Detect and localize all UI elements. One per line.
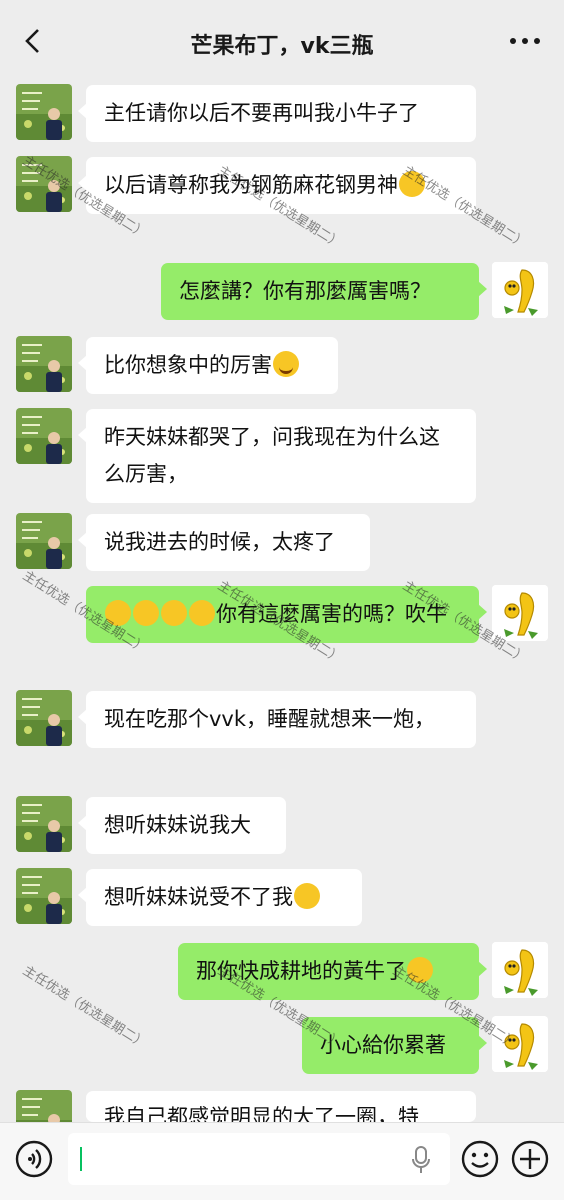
message-bubble[interactable]: 想听妹妹说受不了我 xyxy=(78,869,362,926)
emoji-face-icon[interactable] xyxy=(460,1139,500,1179)
message-text: 以后请尊称我为钢筋麻花钢男神 xyxy=(104,173,398,197)
mic-icon[interactable] xyxy=(410,1145,432,1175)
laugh-emoji-icon xyxy=(133,600,159,626)
more-dots-icon[interactable] xyxy=(508,28,542,54)
grin-emoji-icon xyxy=(399,171,425,197)
sad-emoji-icon xyxy=(407,957,433,983)
avatar[interactable] xyxy=(16,408,72,464)
avatar-self[interactable] xyxy=(492,942,548,998)
avatar[interactable] xyxy=(16,513,72,569)
message-text: 想听妹妹说我大 xyxy=(104,813,251,837)
message-bubble-self[interactable]: 你有這麼厲害的嗎？吹牛 xyxy=(86,586,487,643)
message-bubble[interactable]: 想听妹妹说我大 xyxy=(78,797,286,854)
plus-icon[interactable] xyxy=(510,1139,550,1179)
message-bubble[interactable]: 我自己都感觉明显的大了一圈，特 xyxy=(86,1091,476,1122)
voice-icon[interactable] xyxy=(14,1139,54,1179)
avatar[interactable] xyxy=(16,796,72,852)
message-text: 昨天妹妹都哭了，问我现在为什么这么厉害， xyxy=(104,425,440,486)
message-text: 小心給你累著 xyxy=(320,1033,446,1057)
avatar[interactable] xyxy=(16,690,72,746)
chevron-left-icon[interactable] xyxy=(18,26,48,56)
message-text: 那你快成耕地的黃牛了 xyxy=(196,959,406,983)
message-bubble[interactable]: 说我进去的时候，太疼了 xyxy=(78,514,370,571)
message-text: 现在吃那个vvk，睡醒就想来一炮， xyxy=(104,707,436,731)
text-caret xyxy=(80,1147,82,1171)
message-bubble-self[interactable]: 那你快成耕地的黃牛了 xyxy=(178,943,487,1000)
smile-emoji-icon xyxy=(273,351,299,377)
avatar-self[interactable] xyxy=(492,262,548,318)
message-text: 我自己都感觉明显的大了一圈，特 xyxy=(104,1105,419,1122)
message-bubble[interactable]: 现在吃那个vvk，睡醒就想来一炮， xyxy=(78,691,476,748)
watermark: 主任优选（优选星期二） xyxy=(19,963,150,1052)
message-bubble[interactable]: 以后请尊称我为钢筋麻花钢男神 xyxy=(78,157,476,214)
avatar-self[interactable] xyxy=(492,585,548,641)
shy-emoji-icon xyxy=(294,883,320,909)
chat-header: 芒果布丁，vk三瓶 xyxy=(0,0,564,84)
avatar[interactable] xyxy=(16,336,72,392)
message-bubble[interactable]: 主任请你以后不要再叫我小牛子了 xyxy=(78,85,476,142)
chat-title: 芒果布丁，vk三瓶 xyxy=(190,34,374,59)
avatar[interactable] xyxy=(16,156,72,212)
message-bubble[interactable]: 比你想象中的厉害 xyxy=(78,337,338,394)
message-text: 比你想象中的厉害 xyxy=(104,353,272,377)
message-bubble-self[interactable]: 怎麼講？你有那麼厲害嗎？ xyxy=(161,263,487,320)
avatar-self[interactable] xyxy=(492,1016,548,1072)
avatar[interactable] xyxy=(16,84,72,140)
laugh-emoji-icon xyxy=(161,600,187,626)
message-bubble-self[interactable]: 小心給你累著 xyxy=(302,1017,487,1074)
message-bubble[interactable]: 昨天妹妹都哭了，问我现在为什么这么厉害， xyxy=(78,409,476,503)
message-text: 主任请你以后不要再叫我小牛子了 xyxy=(104,101,419,125)
message-text: 你有這麼厲害的嗎？吹牛 xyxy=(216,602,447,626)
message-text: 说我进去的时候，太疼了 xyxy=(104,530,335,554)
laugh-emoji-icon xyxy=(105,600,131,626)
message-text: 怎麼講？你有那麼厲害嗎？ xyxy=(179,279,431,303)
avatar[interactable] xyxy=(16,868,72,924)
laugh-emoji-icon xyxy=(189,600,215,626)
input-bar xyxy=(0,1122,564,1200)
message-input[interactable] xyxy=(68,1133,450,1185)
message-text: 想听妹妹说受不了我 xyxy=(104,885,293,909)
